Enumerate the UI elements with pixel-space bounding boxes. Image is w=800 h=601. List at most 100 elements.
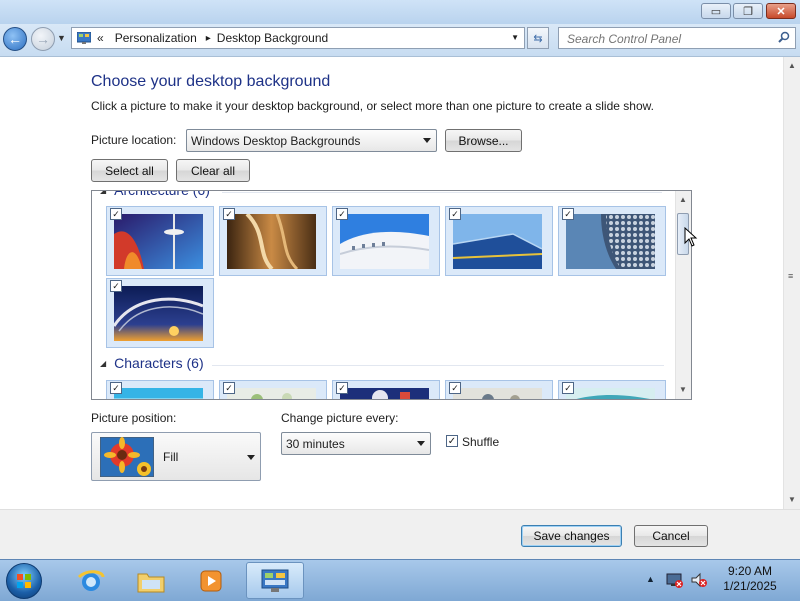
scroll-grip-icon[interactable]: ≡: [788, 271, 796, 281]
wallpaper-thumbnail[interactable]: ✓: [558, 206, 666, 276]
wallpaper-gallery[interactable]: ◢ Architecture (6) ✓ ✓ ✓ ✓ ✓ ✓ ◢ Charact…: [91, 190, 692, 400]
refresh-button[interactable]: ⇆: [527, 27, 549, 49]
clear-all-button[interactable]: Clear all: [176, 159, 250, 182]
close-button[interactable]: ✕: [766, 3, 796, 19]
picture-position-dropdown[interactable]: Fill: [91, 432, 261, 481]
wallpaper-image: [340, 214, 429, 269]
browse-button[interactable]: Browse...: [445, 129, 522, 152]
checkbox[interactable]: ✓: [562, 208, 574, 220]
checkbox[interactable]: ✓: [223, 208, 235, 220]
start-button[interactable]: [6, 563, 42, 599]
checkbox[interactable]: ✓: [110, 382, 122, 394]
gallery-scrollbar[interactable]: ▲ ▼: [675, 191, 691, 399]
search-icon[interactable]: [778, 31, 790, 46]
picture-position-preview: [100, 437, 154, 477]
checkbox[interactable]: ✓: [110, 280, 122, 292]
group-header-characters[interactable]: ◢ Characters (6): [100, 355, 204, 371]
wallpaper-thumbnail[interactable]: ✓: [106, 206, 214, 276]
control-panel-icon: [261, 569, 289, 592]
scroll-down-icon[interactable]: ▼: [676, 381, 690, 397]
checkbox[interactable]: ✓: [449, 208, 461, 220]
back-button[interactable]: ←: [3, 27, 27, 51]
group-title: Architecture (6): [114, 190, 210, 198]
chevron-down-icon: [423, 137, 431, 143]
collapse-icon[interactable]: ◢: [100, 359, 106, 368]
search-input[interactable]: [565, 29, 779, 49]
wallpaper-image: [453, 214, 542, 269]
shuffle-label[interactable]: Shuffle: [462, 435, 499, 449]
change-interval-dropdown[interactable]: 30 minutes: [281, 432, 431, 455]
scroll-up-icon[interactable]: ▲: [676, 191, 690, 207]
taskbar-internet-explorer[interactable]: [64, 562, 118, 599]
page-title: Choose your desktop background: [91, 73, 331, 90]
wallpaper-image: [114, 388, 203, 399]
select-all-button[interactable]: Select all: [91, 159, 168, 182]
wallpaper-thumbnail[interactable]: ✓: [332, 206, 440, 276]
recent-pages-dropdown[interactable]: ▼: [57, 33, 66, 43]
wallpaper-image: [566, 388, 655, 399]
wallpaper-thumbnail[interactable]: ✓: [332, 380, 440, 399]
change-interval-label: Change picture every:: [281, 411, 399, 425]
scroll-down-icon[interactable]: ▼: [784, 491, 800, 507]
breadcrumb-personalization[interactable]: Personalization: [115, 31, 197, 45]
volume-muted-icon[interactable]: [690, 572, 708, 588]
checkbox[interactable]: ✓: [562, 382, 574, 394]
command-bar: Save changes Cancel: [0, 509, 800, 560]
breadcrumb-separator[interactable]: ▸: [206, 33, 211, 44]
minimize-button[interactable]: ▭: [701, 3, 731, 19]
address-bar[interactable]: « Personalization ▸ Desktop Background ▼: [71, 27, 525, 49]
picture-location-dropdown[interactable]: Windows Desktop Backgrounds: [186, 129, 437, 152]
chevron-down-icon: [247, 455, 255, 460]
breadcrumb-chevron[interactable]: «: [97, 31, 104, 45]
taskbar-file-explorer[interactable]: [124, 562, 178, 599]
address-dropdown-icon[interactable]: ▼: [511, 33, 519, 42]
wallpaper-image: [114, 214, 203, 269]
wallpaper-image: [227, 214, 316, 269]
folder-icon: [137, 573, 165, 592]
wallpaper-thumbnail[interactable]: ✓: [106, 278, 214, 348]
wallpaper-thumbnail[interactable]: ✓: [558, 380, 666, 399]
taskbar-media-player[interactable]: [184, 562, 238, 599]
checkbox[interactable]: ✓: [223, 382, 235, 394]
group-header-architecture[interactable]: ◢ Architecture (6): [100, 190, 210, 198]
picture-location-value: Windows Desktop Backgrounds: [191, 133, 361, 148]
group-divider: [212, 365, 664, 366]
picture-position-label: Picture position:: [91, 411, 177, 425]
cancel-button[interactable]: Cancel: [634, 525, 708, 547]
picture-position-value: Fill: [163, 450, 179, 464]
system-clock[interactable]: 9:20 AM 1/21/2025: [714, 564, 786, 594]
checkbox[interactable]: ✓: [336, 208, 348, 220]
checkbox[interactable]: ✓: [449, 382, 461, 394]
shuffle-checkbox[interactable]: ✓: [446, 435, 458, 447]
wallpaper-thumbnail[interactable]: ✓: [106, 380, 214, 399]
wallpaper-image: [453, 388, 542, 399]
chevron-down-icon: [417, 440, 425, 446]
maximize-button[interactable]: ❐: [733, 3, 763, 19]
collapse-icon[interactable]: ◢: [100, 191, 106, 195]
breadcrumb-desktop-background[interactable]: Desktop Background: [217, 31, 328, 45]
refresh-icon: ⇆: [533, 32, 543, 45]
navigation-bar: ← → ▼ « Personalization ▸ Desktop Backgr…: [0, 24, 800, 57]
windows-logo-icon: [17, 574, 31, 588]
action-center-icon[interactable]: [666, 572, 684, 588]
scroll-up-icon[interactable]: ▲: [784, 57, 800, 73]
page-scrollbar[interactable]: ▲ ≡ ▼: [783, 57, 800, 509]
wallpaper-thumbnail[interactable]: ✓: [445, 380, 553, 399]
wallpaper-thumbnail[interactable]: ✓: [219, 380, 327, 399]
group-divider: [222, 192, 662, 193]
show-hidden-icons-button[interactable]: ▲: [646, 574, 655, 584]
wallpaper-image: [566, 214, 655, 269]
internet-explorer-icon: [77, 569, 105, 591]
clock-time: 9:20 AM: [727, 564, 773, 578]
save-changes-button[interactable]: Save changes: [521, 525, 622, 547]
wallpaper-thumbnail[interactable]: ✓: [445, 206, 553, 276]
taskbar-control-panel[interactable]: [246, 562, 304, 599]
forward-button[interactable]: →: [31, 27, 55, 51]
search-box[interactable]: [558, 27, 796, 49]
taskbar: ▲: [0, 559, 800, 601]
checkbox[interactable]: ✓: [110, 208, 122, 220]
title-bar: ▭ ❐ ✕: [0, 0, 800, 24]
wallpaper-thumbnail[interactable]: ✓: [219, 206, 327, 276]
checkbox[interactable]: ✓: [336, 382, 348, 394]
wallpaper-image: [227, 388, 316, 399]
